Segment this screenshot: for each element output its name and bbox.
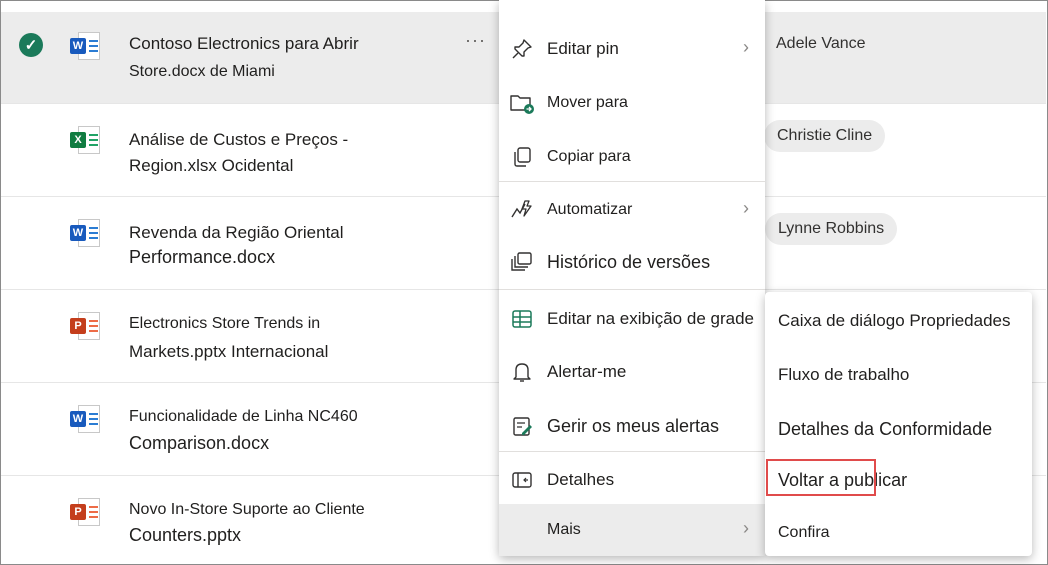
more-submenu: Caixa de diálogo Propriedades Fluxo de t… [765, 292, 1032, 556]
powerpoint-file-icon: P [70, 498, 102, 526]
menu-item-manage-alerts[interactable]: Gerir os meus alertas [499, 400, 765, 452]
file-name-line2[interactable]: Comparison.docx [129, 429, 269, 457]
more-options-icon[interactable]: ··· [465, 30, 486, 51]
manage-alerts-icon [509, 413, 535, 439]
menu-item-more[interactable]: Mais › [499, 504, 765, 556]
menu-item-copy-to[interactable]: Copiar para [499, 131, 765, 183]
file-name-line1[interactable]: Contoso Electronics para Abrir [129, 30, 359, 58]
highlight-box [766, 459, 876, 496]
submenu-item-check-out[interactable]: Confira [778, 524, 830, 542]
modified-by[interactable]: Christie Cline [764, 120, 886, 152]
chevron-right-icon: › [743, 37, 749, 57]
pin-icon [509, 36, 535, 62]
menu-item-label: Alertar-me [547, 362, 627, 381]
word-file-icon: W [70, 32, 102, 60]
bell-icon [509, 359, 535, 385]
chevron-right-icon: › [743, 198, 749, 218]
menu-item-label: Mais [547, 521, 581, 538]
submenu-item-workflow[interactable]: Fluxo de trabalho [778, 365, 909, 385]
menu-item-edit-pin[interactable]: Editar pin › [499, 23, 765, 75]
menu-item-label: Gerir os meus alertas [547, 415, 720, 436]
menu-item-label: Detalhes [547, 470, 615, 489]
menu-item-automate[interactable]: Automatizar › [499, 184, 765, 236]
grid-icon [509, 306, 535, 332]
menu-divider [499, 181, 765, 182]
chevron-right-icon: › [743, 518, 749, 538]
automate-icon [509, 197, 535, 223]
word-file-icon: W [70, 405, 102, 433]
file-name-line2[interactable]: Performance.docx [129, 243, 275, 271]
modified-by[interactable]: Adele Vance [776, 35, 866, 53]
file-name-line1[interactable]: Funcionalidade de Linha NC460 [129, 403, 358, 431]
file-name-line2[interactable]: Markets.pptx Internacional [129, 338, 328, 366]
modified-by[interactable]: Lynne Robbins [765, 213, 898, 245]
menu-divider [499, 289, 765, 290]
submenu-item-compliance-details[interactable]: Detalhes da Conformidade [778, 419, 992, 440]
menu-item-label: Mover para [547, 94, 628, 111]
menu-item-label: Editar pin [547, 39, 619, 58]
menu-item-label: Histórico de versões [547, 251, 711, 272]
file-name-line2[interactable]: Region.xlsx Ocidental [129, 152, 293, 180]
rename-icon-partial [509, 0, 535, 2]
menu-item-version-history[interactable]: Histórico de versões [499, 236, 765, 288]
menu-item-label: Automatizar [547, 201, 633, 218]
menu-item-edit-grid[interactable]: Editar na exibição de grade [499, 293, 765, 345]
file-name-line1[interactable]: Electronics Store Trends in [129, 310, 320, 338]
checkmark-icon[interactable]: ✓ [19, 33, 43, 57]
copy-icon [509, 144, 535, 170]
file-name-line1[interactable]: Novo In-Store Suporte ao Cliente [129, 496, 365, 524]
menu-item-details[interactable]: Detalhes [499, 454, 765, 506]
excel-file-icon: X [70, 126, 102, 154]
empty-icon-slot [509, 517, 535, 543]
powerpoint-file-icon: P [70, 312, 102, 340]
version-history-icon [509, 249, 535, 275]
context-menu: Editar pin › Mover para Copiar para Auto… [499, 0, 765, 556]
move-folder-icon [509, 90, 535, 116]
file-name-line1[interactable]: Análise de Custos e Preços - [129, 126, 348, 154]
menu-item-move-to[interactable]: Mover para [499, 77, 765, 129]
file-name-line2[interactable]: Store.docx de Miami [129, 58, 275, 86]
menu-item-label: Editar na exibição de grade [547, 309, 754, 328]
word-file-icon: W [70, 219, 102, 247]
menu-item-label: Copiar para [547, 148, 631, 165]
submenu-item-properties[interactable]: Caixa de diálogo Propriedades [778, 311, 1011, 331]
menu-divider [499, 451, 765, 452]
details-icon [509, 467, 535, 493]
menu-item-alert-me[interactable]: Alertar-me [499, 346, 765, 398]
file-name-line2[interactable]: Counters.pptx [129, 521, 241, 549]
